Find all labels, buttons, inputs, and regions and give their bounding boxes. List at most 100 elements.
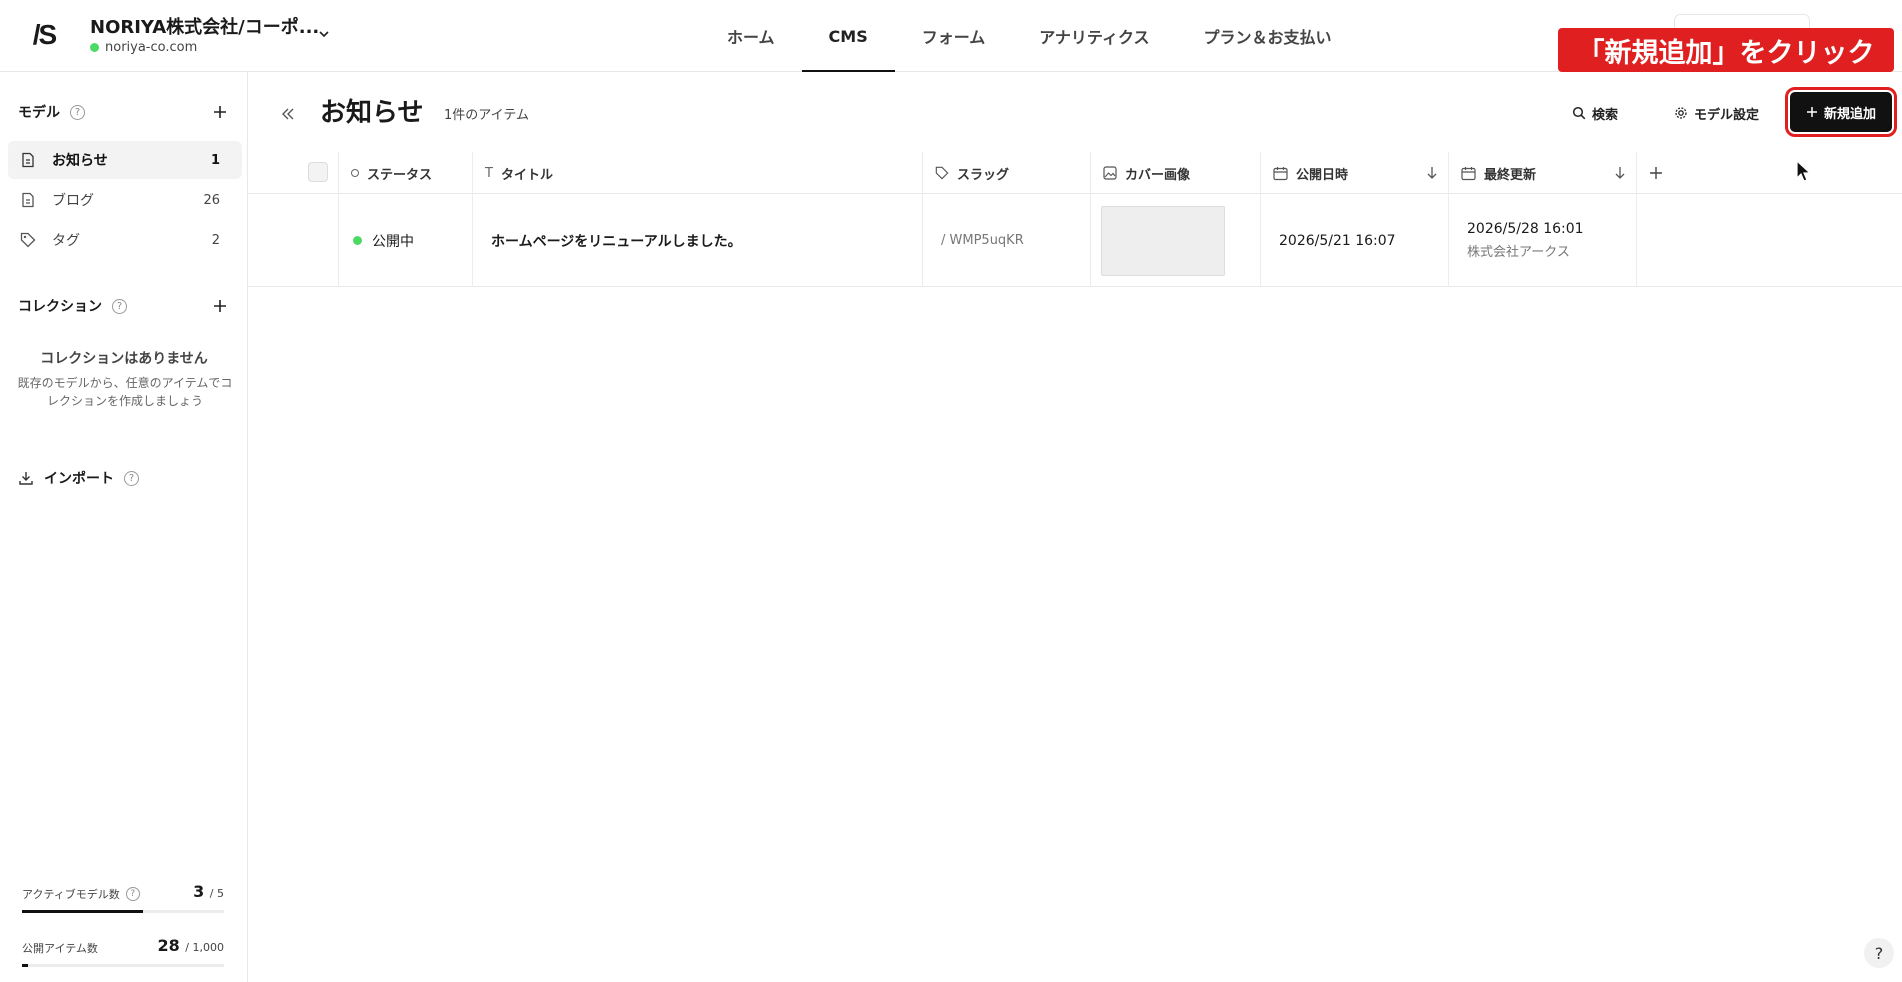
sidebar-item-count: 2 <box>211 232 220 248</box>
search-button[interactable]: 検索 <box>1572 100 1618 126</box>
tab-cms[interactable]: CMS <box>801 0 895 72</box>
tab-home[interactable]: ホーム <box>700 0 802 72</box>
text-type-icon: T <box>485 165 493 181</box>
collections-heading: コレクション ? <box>18 294 230 318</box>
active-models-count: 3 <box>193 882 205 901</box>
row-updated-at: 2026/5/28 16:01 <box>1467 221 1584 237</box>
sort-arrow-icon[interactable] <box>1614 166 1626 180</box>
tag-icon <box>935 166 949 180</box>
column-updated-label: 最終更新 <box>1484 167 1537 183</box>
model-settings-button[interactable]: モデル設定 <box>1674 100 1759 126</box>
published-items-stat: 公開アイテム数 28 / 1,000 <box>22 936 224 967</box>
add-new-button[interactable]: 新規追加 <box>1785 87 1897 137</box>
column-slug[interactable]: スラッグ <box>922 152 1090 194</box>
add-collection-icon[interactable] <box>210 296 230 316</box>
published-items-value: 28 / 1,000 <box>157 936 224 955</box>
sidebar-item-label: タグ <box>52 233 80 249</box>
active-models-stat: アクティブモデル数 ? 3 / 5 <box>22 882 224 913</box>
image-icon <box>1103 166 1117 180</box>
column-title-label: タイトル <box>500 167 553 183</box>
chevron-down-icon[interactable] <box>316 26 332 42</box>
tab-plan-billing[interactable]: プラン＆お支払い <box>1177 0 1359 72</box>
document-icon <box>22 152 34 168</box>
column-cover-image[interactable]: カバー画像 <box>1090 152 1260 194</box>
cell-status: 公開中 <box>338 194 472 287</box>
models-heading: モデル ? <box>18 100 230 124</box>
help-icon[interactable]: ? <box>125 887 140 901</box>
column-last-updated[interactable]: 最終更新 <box>1448 152 1636 194</box>
sidebar-item-label: ブログ <box>52 193 94 209</box>
column-slug-label: スラッグ <box>957 167 1010 183</box>
app-logo[interactable]: /S <box>24 18 64 52</box>
sidebar-item-label: お知らせ <box>52 153 108 169</box>
cover-image-thumbnail[interactable] <box>1101 205 1225 276</box>
sidebar-item-tags[interactable]: タグ 2 <box>8 221 242 259</box>
collections-empty-description: 既存のモデルから、任意のアイテムでコレクションを作成しましょう <box>17 376 233 408</box>
table-header: ステータス T タイトル スラッグ カバー画像 公開日時 最終更新 <box>248 152 1902 194</box>
published-items-max: / 1,000 <box>185 941 224 954</box>
instruction-callout: 「新規追加」をクリック <box>1558 28 1894 72</box>
sidebar-item-blog[interactable]: ブログ 26 <box>8 181 242 219</box>
site-domain-text: noriya-co.com <box>105 40 198 55</box>
calendar-icon <box>1273 166 1288 180</box>
document-icon <box>22 192 34 208</box>
main-nav: ホーム CMS フォーム アナリティクス プラン＆お支払い <box>700 0 1359 72</box>
add-column-button[interactable] <box>1636 152 1684 194</box>
models-heading-label: モデル <box>18 105 60 121</box>
site-domain: noriya-co.com <box>90 40 197 55</box>
published-status-dot <box>353 236 362 245</box>
collections-empty-title: コレクションはありません <box>40 351 208 367</box>
model-settings-label: モデル設定 <box>1694 107 1760 123</box>
column-status[interactable]: ステータス <box>338 152 472 194</box>
item-count: 1件のアイテム <box>444 108 529 123</box>
cell-title[interactable]: ホームページをリニューアルしました。 <box>472 194 922 287</box>
tag-icon <box>20 232 36 248</box>
active-models-progress <box>22 910 224 913</box>
import-label: インポート <box>44 471 114 487</box>
tab-forms[interactable]: フォーム <box>895 0 1013 72</box>
row-published-at: 2026/5/21 16:07 <box>1279 232 1396 249</box>
row-slug: / WMP5uqKR <box>941 233 1024 248</box>
site-name[interactable]: NORIYA株式会社/コーポ... <box>90 13 319 39</box>
add-new-label: 新規追加 <box>1823 106 1876 122</box>
tab-analytics[interactable]: アナリティクス <box>1012 0 1176 72</box>
page-title: お知らせ <box>320 98 424 128</box>
help-icon[interactable]: ? <box>124 470 139 486</box>
published-items-count: 28 <box>157 936 180 955</box>
sidebar-item-news[interactable]: お知らせ 1 <box>8 141 242 179</box>
sidebar-item-count: 1 <box>210 152 220 168</box>
cell-slug: / WMP5uqKR <box>922 194 1090 287</box>
cell-published-at: 2026/5/21 16:07 <box>1260 194 1448 287</box>
help-button[interactable]: ? <box>1864 938 1894 968</box>
circle-icon <box>351 169 359 177</box>
published-items-label-text: 公開アイテム数 <box>22 942 98 955</box>
mouse-cursor-icon <box>1796 160 1812 182</box>
calendar-icon <box>1461 166 1476 180</box>
row-title: ホームページをリニューアルしました。 <box>491 233 742 250</box>
import-link[interactable]: インポート ? <box>18 466 230 490</box>
collapse-sidebar-icon[interactable] <box>278 104 298 124</box>
help-icon[interactable]: ? <box>70 104 85 120</box>
plus-icon <box>1650 167 1662 179</box>
column-status-label: ステータス <box>367 167 433 183</box>
cell-empty <box>1636 194 1902 287</box>
collections-heading-label: コレクション <box>18 299 102 315</box>
active-models-max: / 5 <box>209 887 224 900</box>
column-published-label: 公開日時 <box>1296 167 1349 183</box>
add-model-icon[interactable] <box>210 102 230 122</box>
sidebar-item-count: 26 <box>203 192 220 208</box>
cell-last-updated: 2026/5/28 16:01 株式会社アークス <box>1448 194 1636 287</box>
sidebar: モデル ? お知らせ 1 ブログ 26 タグ 2 コレクション ? コレクション… <box>0 72 248 982</box>
table-row[interactable]: 公開中 ホームページをリニューアルしました。 / WMP5uqKR 2026/5… <box>248 194 1902 287</box>
active-models-label-text: アクティブモデル数 <box>22 888 120 901</box>
column-cover-label: カバー画像 <box>1125 167 1191 183</box>
online-status-dot <box>90 43 99 52</box>
active-models-value: 3 / 5 <box>193 882 224 901</box>
search-icon <box>1572 106 1586 120</box>
help-icon[interactable]: ? <box>112 298 127 314</box>
sort-arrow-icon[interactable] <box>1426 166 1438 180</box>
column-published-at[interactable]: 公開日時 <box>1260 152 1448 194</box>
cell-cover-image <box>1090 194 1260 287</box>
search-label: 検索 <box>1592 107 1619 123</box>
column-title[interactable]: T タイトル <box>472 152 922 194</box>
